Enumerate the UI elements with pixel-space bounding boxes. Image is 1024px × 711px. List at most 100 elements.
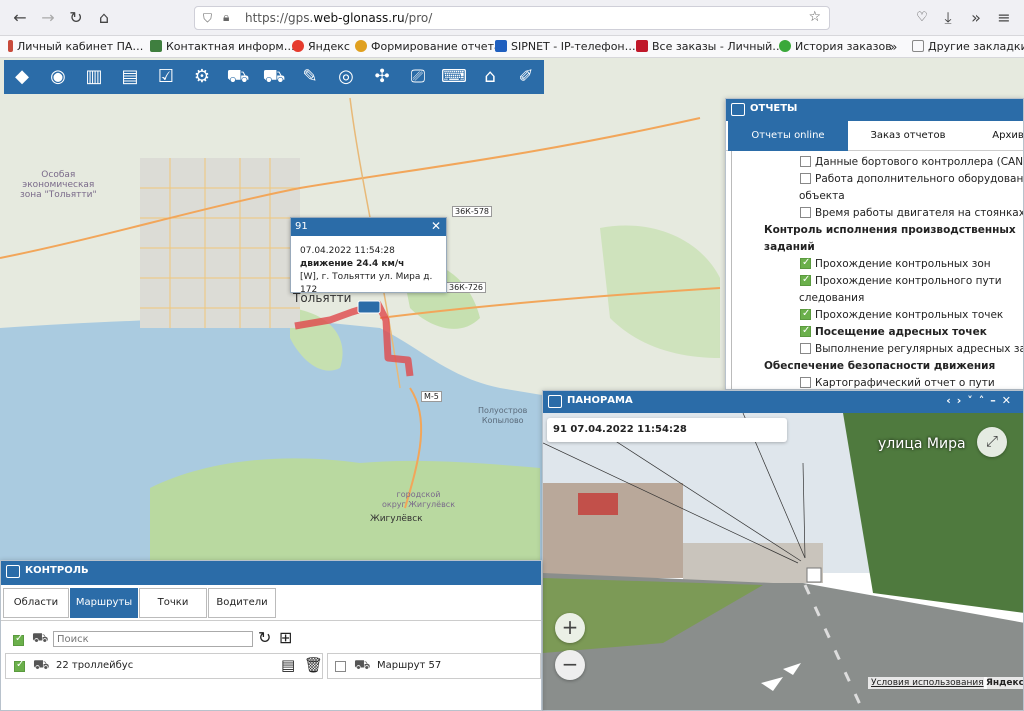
terminal-icon[interactable]: ⌨ [440,63,468,91]
address-bar[interactable]: ⛉ 🔒︎ https://gps.web-glonass.ru/pro/ ☆ [194,6,830,30]
route-checkbox[interactable] [14,659,25,672]
checklist-icon[interactable]: ☑ [152,63,180,91]
ruler-icon[interactable]: ✐ [512,63,540,91]
panorama-caption: 91 07.04.2022 11:54:28 [547,418,787,442]
report-item-continuation: следования [799,292,865,304]
checkbox[interactable] [800,156,811,167]
street-view[interactable]: 91 07.04.2022 11:54:28 улица Мира ⤢ + − … [543,413,1023,710]
bookmark-icon [779,40,791,52]
tab-drivers[interactable]: Водители [208,588,276,618]
report-item[interactable]: Выполнение регулярных адресных зад [800,342,1023,356]
checkbox[interactable] [800,343,811,354]
zoom-in-button[interactable]: + [555,613,585,643]
search-input[interactable] [53,631,253,647]
bookmark-item[interactable]: Все заказы - Личный… [636,40,783,53]
reports-header: ОТЧЕТЫ [726,99,1023,121]
popup-header: 91 ✕ [291,218,446,236]
bookmark-item[interactable]: Личный кабинет ПА… [8,40,143,53]
tab-archive[interactable]: Архив [968,121,1023,151]
map-label-district: городской округ Жигулёвск [382,490,456,509]
report-item[interactable]: Прохождение контрольных зон [800,256,991,271]
control-header: КОНТРОЛЬ [1,561,541,585]
route-row[interactable]: ⛟ 22 троллейбус ▤ 🗑︎ [5,653,323,679]
zoom-out-button[interactable]: − [555,650,585,680]
bookmark-icon [8,40,13,52]
shield-icon: ⛉ [203,11,213,25]
bookmark-item[interactable]: История заказов [779,40,892,53]
route-checkbox[interactable] [335,661,346,672]
browser-toolbar: ← → ↻ ⌂ ⛉ 🔒︎ https://gps.web-glonass.ru/… [0,0,1024,36]
road-shield: 36К-726 [446,282,487,293]
network-icon[interactable]: ✣ [368,63,396,91]
map-icon[interactable]: ▥ [80,63,108,91]
tab-areas[interactable]: Области [3,588,69,618]
bookmark-item[interactable]: Яндекс [292,40,350,53]
checkbox[interactable] [800,273,811,287]
reports-tabs: Отчеты online Заказ отчетов Архив [726,121,1023,151]
eye-icon[interactable]: ◉ [44,63,72,91]
report-group-heading: Обеспечение безопасности движения [764,360,996,372]
tab-points[interactable]: Точки [139,588,207,618]
bookmark-item[interactable]: Другие закладки [912,40,1024,53]
fullscreen-icon[interactable]: ⤢ [977,427,1007,457]
report-item[interactable]: Данные бортового контроллера (CAN) [800,155,1023,169]
bookmark-icon [150,40,162,52]
checkbox[interactable] [800,324,811,338]
close-icon[interactable]: ✕ [431,219,441,233]
report-icon[interactable]: ✎ [296,63,324,91]
chevron-right-icon[interactable]: » [890,40,897,54]
menu-icon[interactable]: ≡ [994,8,1014,28]
popup-status: движение 24.4 км/ч [300,259,405,269]
report-item[interactable]: Посещение адресных точек [800,324,987,339]
bookmark-item[interactable]: Формирование отчета [355,40,501,53]
reports-title: ОТЧЕТЫ [750,103,798,114]
report-item[interactable]: Время работы двигателя на стоянках [800,206,1023,220]
report-item[interactable]: Прохождение контрольных точек [800,307,1003,322]
checkbox[interactable] [800,173,811,184]
reload-icon[interactable]: ↻ [66,8,86,28]
bookmark-item[interactable]: Контактная информ… [150,40,295,53]
layers-icon[interactable]: ◆ [8,63,36,91]
gear-icon[interactable]: ⚙ [188,63,216,91]
report-item[interactable]: Прохождение контрольного пути [800,273,1002,288]
checkbox[interactable] [800,256,811,270]
hangar-icon[interactable]: ⌂ [476,63,504,91]
truck-check-icon[interactable]: ⛟ [260,63,288,91]
camera-icon[interactable]: ⎚ [404,63,432,91]
select-all-checkbox[interactable] [13,633,24,646]
map-label-zone: Особая экономическая зона "Тольятти" [20,170,97,200]
back-icon[interactable]: ← [10,8,30,28]
app-toolbar: ◆ ◉ ▥ ▤ ☑ ⚙ ⛟ ⛟ ✎ ◎ ✣ ⎚ ⌨ ⌂ ✐ [4,60,544,94]
street-name-label: улица Мира [878,436,966,452]
terms-link[interactable]: Условия использования [868,677,987,689]
bookmark-item[interactable]: SIPNET - IP-телефон… [495,40,636,53]
report-item[interactable]: Картографический отчет о пути [800,376,995,389]
reports-icon [731,103,745,116]
overflow-icon[interactable]: » [966,8,986,28]
checkbox[interactable] [800,377,811,388]
window-controls[interactable]: ‹›˅˄–✕ [946,394,1017,407]
forward-icon[interactable]: → [38,8,58,28]
download-icon[interactable]: ⤓ [938,8,958,28]
pocket-icon[interactable]: ♡ [912,8,932,28]
star-icon[interactable]: ☆ [808,9,821,25]
trolleybus-marker-icon[interactable] [357,300,381,314]
document-icon[interactable]: ▤ [281,656,295,674]
checkbox[interactable] [800,307,811,321]
tab-routes[interactable]: Маршруты [70,588,138,618]
add-document-icon[interactable]: ⊞ [279,628,292,647]
home-icon[interactable]: ⌂ [94,8,114,28]
bookmarks-bar: Личный кабинет ПА… Контактная информ… Ян… [0,36,1024,58]
trash-icon[interactable]: 🗑︎ [304,656,323,674]
document-icon[interactable]: ▤ [116,63,144,91]
signal-icon[interactable]: ◎ [332,63,360,91]
car-icon[interactable]: ⛟ [224,63,252,91]
report-item[interactable]: Работа дополнительного оборудования [800,172,1023,186]
tab-order-reports[interactable]: Заказ отчетов [848,121,968,151]
control-panel: КОНТРОЛЬ Области Маршруты Точки Водители… [0,560,542,711]
tab-reports-online[interactable]: Отчеты online [728,121,848,151]
refresh-icon[interactable]: ↻ [258,628,271,647]
control-icon [6,565,20,578]
route-row[interactable]: ⛟ Маршрут 57 [327,653,541,679]
checkbox[interactable] [800,207,811,218]
